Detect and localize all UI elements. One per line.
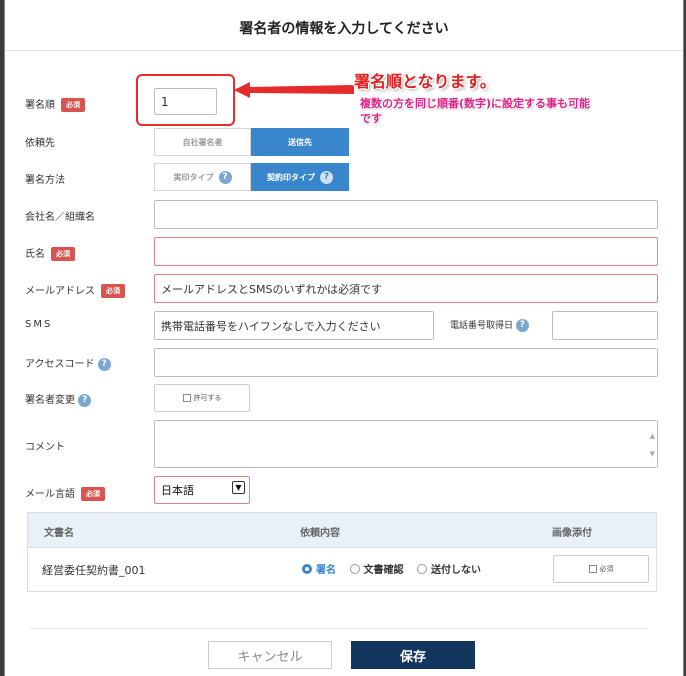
allow-signer-change-label: 許可する xyxy=(193,394,222,402)
table-header: 文書名 依頼内容 画像添付 xyxy=(28,513,656,548)
required-badge: 必須 xyxy=(61,98,85,112)
header-image-attach: 画像添付 xyxy=(552,528,592,539)
annotation-sub-text: 複数の方を同じ順番(数字)に設定する事も可能です xyxy=(360,97,591,125)
document-table: 文書名 依頼内容 画像添付 経営委任契約書_001 署名 文書確認 送付しない … xyxy=(27,512,657,592)
radio-sign-label[interactable]: 署名 xyxy=(316,565,336,576)
help-icon[interactable]: ? xyxy=(78,393,92,407)
help-icon[interactable]: ? xyxy=(97,357,111,371)
required-badge: 必須 xyxy=(51,247,75,261)
access-code-label: アクセスコード xyxy=(25,359,95,370)
recipient-label: 依頼先 xyxy=(25,138,55,149)
phone-date-label: 電話番号取得日 xyxy=(450,321,514,331)
request-options: 署名 文書確認 送付しない xyxy=(302,561,491,576)
phone-date-label-row: 電話番号取得日 ? xyxy=(450,318,529,332)
method-label: 署名方法 xyxy=(25,175,65,186)
access-code-label-row: アクセスコード ? xyxy=(25,355,111,371)
cancel-button[interactable]: キャンセル xyxy=(208,641,332,669)
order-label: 署名順 xyxy=(25,100,55,111)
recipient-option-internal[interactable]: 自社署名者 xyxy=(154,128,251,156)
sms-input[interactable]: 携帯電話番号をハイフンなしで入力ください xyxy=(154,311,434,340)
header-divider xyxy=(5,50,683,51)
checkbox-icon xyxy=(588,565,597,573)
scrollbar-arrows-icon[interactable]: ▲ ▼ xyxy=(650,427,655,463)
email-label: メールアドレス xyxy=(25,286,95,297)
phone-date-input[interactable] xyxy=(552,311,658,340)
annotation-highlight-box xyxy=(136,74,235,126)
method-option-jitsuin[interactable]: 実印タイプ? xyxy=(154,163,251,191)
radio-sign[interactable] xyxy=(302,563,312,574)
required-badge: 必須 xyxy=(101,284,125,298)
header-request-content: 依頼内容 xyxy=(300,528,340,539)
company-input[interactable] xyxy=(154,200,658,229)
chevron-down-icon: ▼ xyxy=(232,481,245,494)
allow-signer-change-toggle[interactable]: 許可する xyxy=(154,384,250,412)
comment-label: コメント xyxy=(25,442,65,453)
name-input[interactable] xyxy=(154,237,658,266)
comment-textarea[interactable]: ▲ ▼ xyxy=(154,420,658,468)
required-badge: 必須 xyxy=(81,487,105,501)
recipient-option-sender[interactable]: 送信先 xyxy=(251,128,349,156)
mail-language-select[interactable]: 日本語 ▼ xyxy=(154,476,250,504)
footer-divider xyxy=(30,628,648,629)
dialog-title: 署名者の情報を入力してください xyxy=(239,21,449,37)
access-code-input[interactable] xyxy=(154,348,658,377)
method-option-jitsuin-label: 実印タイプ xyxy=(173,172,214,182)
mail-language-label: メール言語 xyxy=(25,489,75,500)
header-document: 文書名 xyxy=(44,528,74,539)
order-label-row: 署名順 必須 xyxy=(25,96,85,112)
email-input[interactable]: メールアドレスとSMSのいずれかは必須です xyxy=(154,274,658,303)
image-attach-toggle[interactable]: 必須 xyxy=(553,555,649,583)
document-name: 経営委任契約書_001 xyxy=(42,564,146,577)
checkbox-icon xyxy=(182,394,191,402)
image-attach-label: 必須 xyxy=(599,565,614,573)
signer-change-label-row: 署名者変更 ? xyxy=(25,391,92,407)
radio-confirm[interactable] xyxy=(349,563,360,574)
mail-language-label-row: メール言語 必須 xyxy=(25,485,105,501)
method-option-contract-label: 契約印タイプ xyxy=(267,172,315,182)
mail-language-value: 日本語 xyxy=(161,484,194,497)
email-label-row: メールアドレス 必須 xyxy=(25,282,125,298)
signer-change-label: 署名者変更 xyxy=(25,395,75,406)
save-button[interactable]: 保存 xyxy=(351,641,475,669)
annotation-main-text: 署名順となります。 xyxy=(354,72,496,91)
name-label-row: 氏名 必須 xyxy=(25,245,75,261)
radio-no-send-label[interactable]: 送付しない xyxy=(431,565,481,576)
radio-no-send[interactable] xyxy=(417,563,427,574)
help-icon[interactable]: ? xyxy=(218,170,232,184)
help-icon[interactable]: ? xyxy=(515,319,529,332)
radio-confirm-label[interactable]: 文書確認 xyxy=(364,565,404,576)
method-option-contract[interactable]: 契約印タイプ? xyxy=(251,163,349,191)
sms-label: SMS xyxy=(25,319,53,330)
company-label: 会社名／組織名 xyxy=(25,212,95,223)
help-icon[interactable]: ? xyxy=(320,170,333,184)
name-label: 氏名 xyxy=(25,249,45,260)
annotation-arrow xyxy=(234,82,354,98)
